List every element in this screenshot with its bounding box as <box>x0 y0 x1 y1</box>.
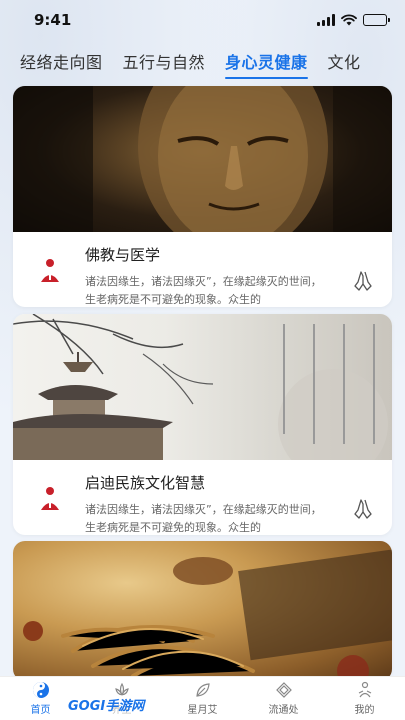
battery-icon <box>363 14 390 26</box>
chan-seal-icon <box>41 487 59 510</box>
card-title: 佛教与医学 <box>85 246 161 264</box>
status-bar: 9:41 <box>0 0 405 40</box>
article-card[interactable] <box>13 541 392 681</box>
knot-icon <box>275 682 292 698</box>
nav-profile[interactable]: 我的 <box>324 677 405 720</box>
card-body: 启迪民族文化智慧 诸法因缘生，诸法因缘灭”，在缘起缘灭的世间，生老病死是不可避免… <box>13 460 392 535</box>
pagoda-image <box>13 314 392 460</box>
watermark-logo: GOGI手游网 <box>66 695 147 714</box>
article-card[interactable]: 佛教与医学 诸法因缘生，诸法因缘灭”，在缘起缘灭的世间，生老病死是不可避免的现象… <box>13 86 392 307</box>
card-body: 佛教与医学 诸法因缘生，诸法因缘灭”，在缘起缘灭的世间，生老病死是不可避免的现象… <box>13 232 392 307</box>
buddha-face-image <box>13 86 392 232</box>
leaf-icon <box>195 683 210 697</box>
bottom-nav: 首页 养生 星月艾 流通处 我的 <box>0 676 405 720</box>
article-card[interactable]: 启迪民族文化智慧 诸法因缘生，诸法因缘灭”，在缘起缘灭的世间，生老病死是不可避免… <box>13 314 392 535</box>
nav-store[interactable]: 流通处 <box>243 677 324 720</box>
card-title: 启迪民族文化智慧 <box>85 474 206 492</box>
nav-label: 首页 <box>30 705 51 716</box>
nav-label: 我的 <box>354 705 375 716</box>
wifi-icon <box>341 14 357 26</box>
nav-star-moon-moxa[interactable]: 星月艾 <box>162 677 243 720</box>
tab-meridian[interactable]: 经络走向图 <box>20 49 103 79</box>
tab-culture[interactable]: 文化 <box>328 49 361 79</box>
cordyceps-herb-image <box>13 541 392 681</box>
nav-label: 星月艾 <box>187 705 218 716</box>
card-description: 诸法因缘生，诸法因缘灭”，在缘起缘灭的世间，生老病死是不可避免的现象。众生的 <box>85 275 322 306</box>
praying-hands-icon[interactable] <box>352 498 374 520</box>
praying-hands-icon[interactable] <box>352 270 374 292</box>
chan-seal-icon <box>41 259 59 282</box>
category-tabs: 经络走向图 五行与自然 身心灵健康 文化 <box>0 48 405 80</box>
meditation-icon <box>358 681 371 698</box>
nav-label: 流通处 <box>268 705 299 716</box>
status-time: 9:41 <box>34 11 72 29</box>
tab-mind-body-spirit[interactable]: 身心灵健康 <box>225 49 308 79</box>
status-icons <box>317 14 390 26</box>
card-description: 诸法因缘生，诸法因缘灭”，在缘起缘灭的世间，生老病死是不可避免的现象。众生的 <box>85 503 322 534</box>
tab-five-elements[interactable]: 五行与自然 <box>123 49 206 79</box>
taichi-icon <box>32 682 49 698</box>
signal-icon <box>317 14 335 26</box>
